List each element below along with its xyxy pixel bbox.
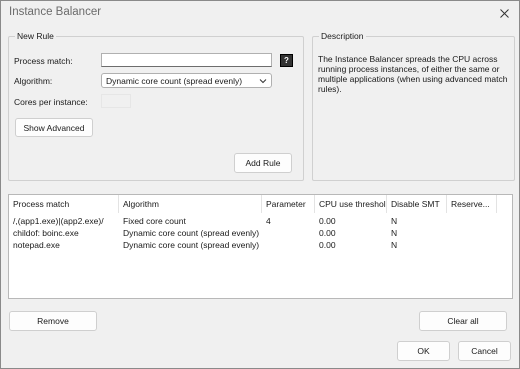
show-advanced-button[interactable]: Show Advanced [15, 118, 93, 137]
cell-process-match: notepad.exe [13, 240, 60, 250]
cell-algorithm: Dynamic core count (spread evenly) [123, 228, 260, 238]
chevron-down-icon [259, 79, 267, 84]
column-header-reserve[interactable]: Reserve... [447, 195, 497, 213]
cell-process-match: childof: boinc.exe [13, 228, 79, 238]
cell-process-match: /,(app1.exe)|(app2.exe)/ [13, 216, 104, 226]
algorithm-selected-value: Dynamic core count (spread evenly) [106, 75, 243, 86]
title-bar: Instance Balancer [1, 1, 519, 25]
column-header-cpu-threshold[interactable]: CPU use threshold [315, 195, 387, 213]
process-match-label: Process match: [14, 56, 73, 66]
new-rule-group-title: New Rule [15, 31, 56, 41]
description-line: multiple applications (when using advanc… [318, 74, 508, 84]
column-header-algorithm[interactable]: Algorithm [119, 195, 262, 213]
column-header-parameter[interactable]: Parameter [262, 195, 315, 213]
rules-table[interactable]: Process match Algorithm Parameter CPU us… [8, 194, 513, 299]
ok-button[interactable]: OK [397, 341, 450, 361]
instance-balancer-dialog: Instance Balancer New Rule Process match… [0, 0, 520, 369]
add-rule-button[interactable]: Add Rule [234, 153, 292, 173]
remove-button[interactable]: Remove [9, 311, 97, 331]
cell-disable-smt: N [391, 228, 398, 238]
description-text: The Instance Balancer spreads the CPU ac… [318, 54, 510, 94]
description-line: rules). [318, 84, 342, 94]
cell-parameter: 4 [266, 216, 271, 226]
table-header: Process match Algorithm Parameter CPU us… [9, 195, 512, 213]
cores-per-instance-input[interactable] [101, 94, 131, 108]
description-line: The Instance Balancer spreads the CPU ac… [318, 54, 498, 64]
cores-per-instance-label: Cores per instance: [14, 97, 88, 107]
table-row[interactable]: /,(app1.exe)|(app2.exe)/ Fixed core coun… [9, 215, 512, 227]
help-icon[interactable]: ? [280, 54, 293, 67]
algorithm-select[interactable]: Dynamic core count (spread evenly) [101, 73, 272, 88]
window-title: Instance Balancer [9, 6, 102, 18]
cell-cpu-threshold: 0.00 [319, 216, 336, 226]
clear-all-button[interactable]: Clear all [419, 311, 507, 331]
process-match-input[interactable] [101, 53, 272, 67]
cell-cpu-threshold: 0.00 [319, 240, 336, 250]
description-line: running process instances, of either the… [318, 64, 500, 74]
column-header-process-match[interactable]: Process match [9, 195, 119, 213]
column-header-disable-smt[interactable]: Disable SMT [387, 195, 447, 213]
description-group-title: Description [319, 31, 366, 41]
cancel-button[interactable]: Cancel [458, 341, 511, 361]
close-icon [499, 8, 509, 18]
cell-cpu-threshold: 0.00 [319, 228, 336, 238]
table-row[interactable]: notepad.exe Dynamic core count (spread e… [9, 239, 512, 251]
cell-disable-smt: N [391, 240, 398, 250]
close-button[interactable] [489, 1, 519, 25]
cell-disable-smt: N [391, 216, 398, 226]
table-row[interactable]: childof: boinc.exe Dynamic core count (s… [9, 227, 512, 239]
cell-algorithm: Fixed core count [123, 216, 186, 226]
cell-algorithm: Dynamic core count (spread evenly) [123, 240, 260, 250]
algorithm-label: Algorithm: [14, 76, 53, 86]
